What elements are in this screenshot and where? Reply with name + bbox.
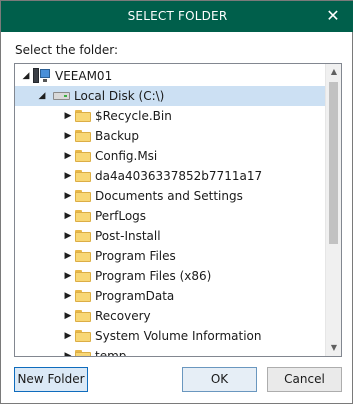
titlebar: SELECT FOLDER ✕ — [1, 1, 353, 32]
ok-button[interactable]: OK — [182, 367, 257, 392]
folder-icon — [75, 130, 91, 142]
tree-item-backup[interactable]: ▶ Backup — [15, 126, 325, 146]
folder-icon — [75, 210, 91, 222]
tree-item-label: Config.Msi — [95, 149, 158, 163]
tree-item-label: temp — [95, 349, 127, 356]
scrollbar-thumb[interactable] — [329, 82, 338, 244]
tree-item-label: da4a4036337852b7711a17 — [95, 169, 263, 183]
tree-item-program-files[interactable]: ▶ Program Files — [15, 246, 325, 266]
new-folder-button[interactable]: New Folder — [14, 367, 88, 392]
tree-item-veeam01[interactable]: ◢ VEEAM01 — [15, 66, 325, 86]
tree-item-recycle-bin[interactable]: ▶ $Recycle.Bin — [15, 106, 325, 126]
select-folder-label: Select the folder: — [15, 43, 119, 57]
expand-arrow-icon[interactable]: ▶ — [63, 331, 73, 341]
folder-icon — [75, 330, 91, 342]
folder-icon — [75, 290, 91, 302]
folder-icon — [75, 190, 91, 202]
cancel-button[interactable]: Cancel — [267, 367, 342, 392]
tree-item-documents-and-settings[interactable]: ▶ Documents and Settings — [15, 186, 325, 206]
tree-item-programdata[interactable]: ▶ ProgramData — [15, 286, 325, 306]
tree-item-program-files-x86[interactable]: ▶ Program Files (x86) — [15, 266, 325, 286]
expand-arrow-icon[interactable]: ▶ — [63, 291, 73, 301]
folder-tree-rows: ◢ VEEAM01 ◢ Local Disk (C:\) ▶ $Recycle.Bin ▶ B… — [15, 64, 325, 356]
tree-item-label: PerfLogs — [95, 209, 147, 223]
folder-icon — [75, 310, 91, 322]
folder-icon — [75, 170, 91, 182]
expand-arrow-icon[interactable]: ▶ — [63, 191, 73, 201]
disk-icon — [53, 92, 70, 100]
tree-item-label: Program Files (x86) — [95, 269, 212, 283]
expand-arrow-icon[interactable]: ▶ — [63, 151, 73, 161]
expand-arrow-icon[interactable]: ▶ — [63, 311, 73, 321]
expanded-arrow-icon[interactable]: ◢ — [37, 91, 47, 101]
expand-arrow-icon[interactable]: ▶ — [63, 131, 73, 141]
folder-icon — [75, 350, 91, 356]
tree-item-label: Backup — [95, 129, 139, 143]
expand-arrow-icon[interactable]: ▶ — [63, 351, 73, 356]
folder-tree[interactable]: ◢ VEEAM01 ◢ Local Disk (C:\) ▶ $Recycle.Bin ▶ B… — [14, 63, 342, 357]
folder-icon — [75, 230, 91, 242]
tree-item-temp[interactable]: ▶ temp — [15, 346, 325, 356]
tree-item-post-install[interactable]: ▶ Post-Install — [15, 226, 325, 246]
dialog-title: SELECT FOLDER — [127, 9, 228, 23]
folder-icon — [75, 250, 91, 262]
tree-item-label: Recovery — [95, 309, 151, 323]
tree-item-label: Local Disk (C:\) — [74, 89, 165, 103]
tree-item-da4a4036337852b7711a17[interactable]: ▶ da4a4036337852b7711a17 — [15, 166, 325, 186]
tree-item-label: System Volume Information — [95, 329, 262, 343]
tree-item-recovery[interactable]: ▶ Recovery — [15, 306, 325, 326]
folder-icon — [75, 150, 91, 162]
tree-item-label: $Recycle.Bin — [95, 109, 172, 123]
expand-arrow-icon[interactable]: ▶ — [63, 211, 73, 221]
select-folder-dialog: SELECT FOLDER ✕ Select the folder: ◢ VEEA… — [0, 0, 353, 404]
folder-icon — [75, 270, 91, 282]
scroll-down-icon[interactable]: ▼ — [326, 340, 341, 356]
expand-arrow-icon[interactable]: ▶ — [63, 171, 73, 181]
tree-item-label: Documents and Settings — [95, 189, 243, 203]
folder-icon — [75, 110, 91, 122]
tree-item-local-disk-c[interactable]: ◢ Local Disk (C:\) — [15, 86, 325, 106]
tree-item-config-msi[interactable]: ▶ Config.Msi — [15, 146, 325, 166]
computer-icon — [33, 68, 50, 83]
expand-arrow-icon[interactable]: ▶ — [63, 111, 73, 121]
tree-item-label: ProgramData — [95, 289, 175, 303]
vertical-scrollbar[interactable]: ▲ ▼ — [325, 64, 341, 356]
tree-item-label: Post-Install — [95, 229, 161, 243]
tree-item-system-volume-information[interactable]: ▶ System Volume Information — [15, 326, 325, 346]
tree-item-label: Program Files — [95, 249, 176, 263]
tree-item-perflogs[interactable]: ▶ PerfLogs — [15, 206, 325, 226]
tree-item-label: VEEAM01 — [55, 69, 113, 83]
expanded-arrow-icon[interactable]: ◢ — [21, 71, 31, 81]
expand-arrow-icon[interactable]: ▶ — [63, 271, 73, 281]
expand-arrow-icon[interactable]: ▶ — [63, 231, 73, 241]
close-icon[interactable]: ✕ — [322, 5, 344, 27]
scroll-up-icon[interactable]: ▲ — [326, 64, 341, 80]
expand-arrow-icon[interactable]: ▶ — [63, 251, 73, 261]
